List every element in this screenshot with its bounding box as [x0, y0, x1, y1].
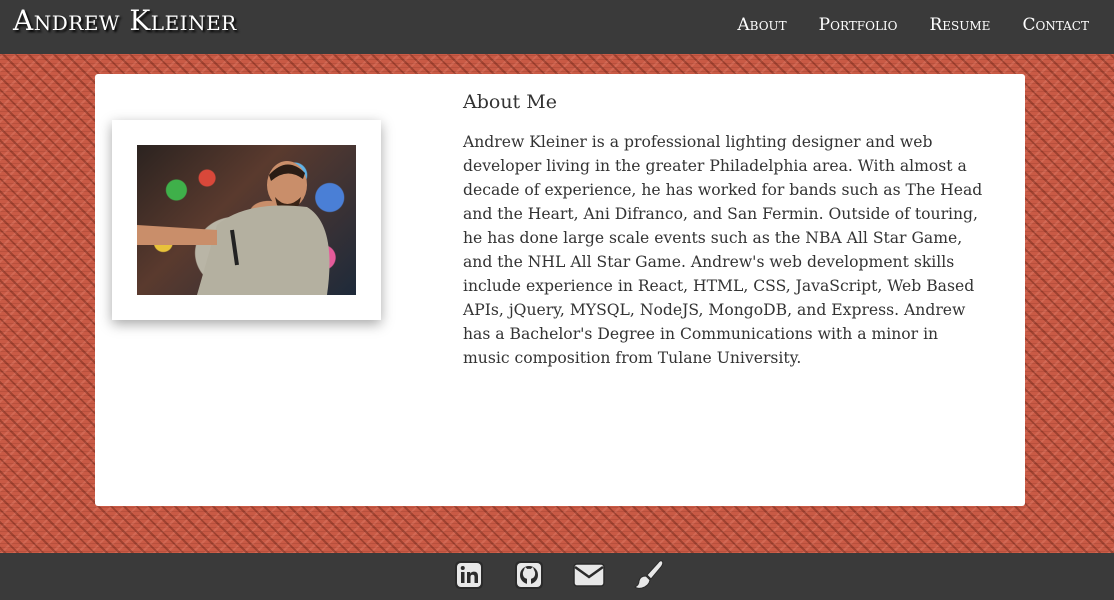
envelope-icon[interactable]: [573, 559, 605, 591]
profile-photo-frame: [112, 120, 381, 320]
nav-item-contact[interactable]: Contact: [1022, 15, 1089, 35]
footer-icons: [453, 559, 665, 591]
profile-photo-figure: [137, 161, 330, 295]
nav-item-portfolio[interactable]: Portfolio: [819, 15, 898, 35]
about-body: Andrew Kleiner is a professional lightin…: [463, 133, 983, 367]
nav-item-resume[interactable]: Resume: [930, 15, 991, 35]
brand-logo-link[interactable]: Andrew Kleiner: [13, 4, 237, 37]
github-icon[interactable]: [513, 559, 545, 591]
nav-item-about[interactable]: About: [737, 15, 786, 35]
profile-photo: [137, 145, 356, 295]
about-card: About Me Andrew Kleiner is a professiona…: [95, 74, 1025, 506]
navbar: Andrew Kleiner About Portfolio Resume Co…: [0, 0, 1114, 54]
about-title: About Me: [463, 91, 557, 113]
footer: [0, 553, 1114, 600]
nav-links: About Portfolio Resume Contact: [737, 15, 1089, 35]
linkedin-icon[interactable]: [453, 559, 485, 591]
paintbrush-icon[interactable]: [633, 559, 665, 591]
